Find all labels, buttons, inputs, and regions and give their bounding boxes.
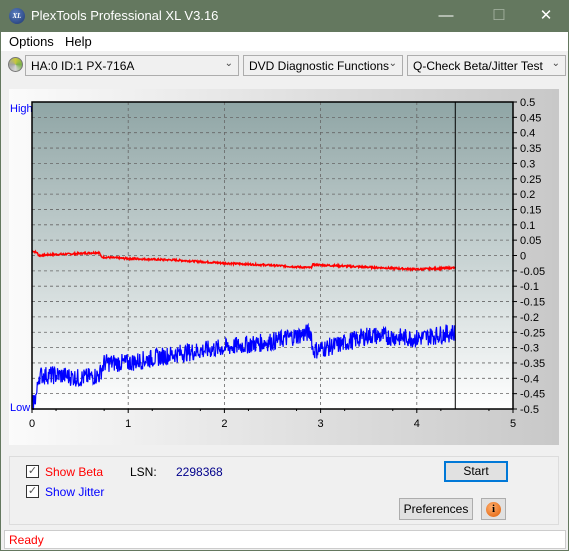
function-select[interactable]: DVD Diagnostic Functions ⌄: [243, 55, 403, 76]
close-button[interactable]: ✕: [531, 6, 561, 26]
status-text: Ready: [9, 533, 44, 547]
high-label: High: [10, 103, 33, 115]
x-tick-label: 3: [318, 418, 324, 430]
y-tick-label: -0.3: [520, 343, 539, 355]
lsn-value: 2298368: [176, 465, 223, 479]
y-tick-label: -0.05: [520, 266, 545, 278]
y-tick-label: 0.3: [520, 158, 535, 170]
y-tick-label: -0.2: [520, 312, 539, 324]
chevron-down-icon: ⌄: [224, 58, 233, 69]
app-window: XL PlexTools Professional XL V3.16 — ☐ ✕…: [0, 0, 569, 551]
chevron-down-icon: ⌄: [551, 58, 560, 69]
window-title: PlexTools Professional XL V3.16: [31, 8, 219, 23]
y-tick-label: 0.05: [520, 235, 541, 247]
y-tick-label: 0.2: [520, 189, 535, 201]
chevron-down-icon: ⌄: [388, 58, 397, 69]
drive-value: HA:0 ID:1 PX-716A: [31, 59, 135, 73]
y-tick-label: 0.25: [520, 174, 541, 186]
menu-help[interactable]: Help: [65, 34, 92, 49]
y-tick-label: -0.45: [520, 389, 545, 401]
x-tick-label: 0: [29, 418, 35, 430]
status-bar: Ready: [4, 530, 566, 549]
chart-panel: 0.5 0.45 0.4 0.35 0.3 0.25 0.2 0.15 0.1 0.05 0 -0.0…: [9, 89, 559, 445]
x-tick-label: 1: [125, 418, 131, 430]
info-button[interactable]: i: [481, 498, 506, 520]
y-tick-label: -0.15: [520, 297, 545, 309]
y-tick-label: 0: [520, 251, 526, 263]
test-value: Q-Check Beta/Jitter Test: [413, 59, 543, 73]
maximize-button[interactable]: ☐: [484, 6, 514, 26]
app-logo-icon: XL: [9, 8, 25, 24]
x-tick-label: 4: [414, 418, 420, 430]
test-select[interactable]: Q-Check Beta/Jitter Test ⌄: [407, 55, 566, 76]
lsn-label: LSN:: [130, 465, 157, 479]
start-button[interactable]: Start: [444, 461, 508, 482]
y-tick-label: 0.45: [520, 112, 541, 124]
x-tick-label: 2: [221, 418, 227, 430]
y-tick-label: -0.5: [520, 404, 539, 416]
show-jitter-checkbox[interactable]: ✓: [26, 485, 39, 498]
show-beta-label[interactable]: Show Beta: [45, 465, 103, 479]
low-label: Low: [10, 402, 30, 414]
menu-bar: Options Help: [1, 32, 568, 51]
y-tick-label: -0.4: [520, 373, 539, 385]
y-tick-label: 0.15: [520, 204, 541, 216]
y-tick-label: 0.1: [520, 220, 535, 232]
show-beta-checkbox[interactable]: ✓: [26, 465, 39, 478]
y-tick-label: 0.35: [520, 143, 541, 155]
controls-panel: ✓ Show Beta ✓ Show Jitter LSN: 2298368 S…: [9, 456, 559, 525]
show-jitter-label[interactable]: Show Jitter: [45, 485, 104, 499]
minimize-button[interactable]: —: [431, 6, 461, 26]
beta-jitter-chart: 0.5 0.45 0.4 0.35 0.3 0.25 0.2 0.15 0.1 0.05 0 -0.0…: [10, 97, 545, 430]
x-tick-label: 5: [510, 418, 516, 430]
function-value: DVD Diagnostic Functions: [249, 59, 390, 73]
preferences-button[interactable]: Preferences: [399, 498, 473, 520]
title-bar: XL PlexTools Professional XL V3.16 — ☐ ✕: [1, 1, 568, 32]
disc-icon: [8, 57, 23, 72]
y-tick-label: -0.35: [520, 358, 545, 370]
info-icon: i: [486, 502, 501, 517]
y-tick-label: 0.5: [520, 97, 535, 109]
y-tick-label: -0.1: [520, 281, 539, 293]
menu-options[interactable]: Options: [9, 34, 54, 49]
y-tick-label: 0.4: [520, 128, 535, 140]
toolbar: HA:0 ID:1 PX-716A ⌄ DVD Diagnostic Functi…: [1, 53, 568, 79]
drive-select[interactable]: HA:0 ID:1 PX-716A ⌄: [25, 55, 239, 76]
y-tick-label: -0.25: [520, 327, 545, 339]
